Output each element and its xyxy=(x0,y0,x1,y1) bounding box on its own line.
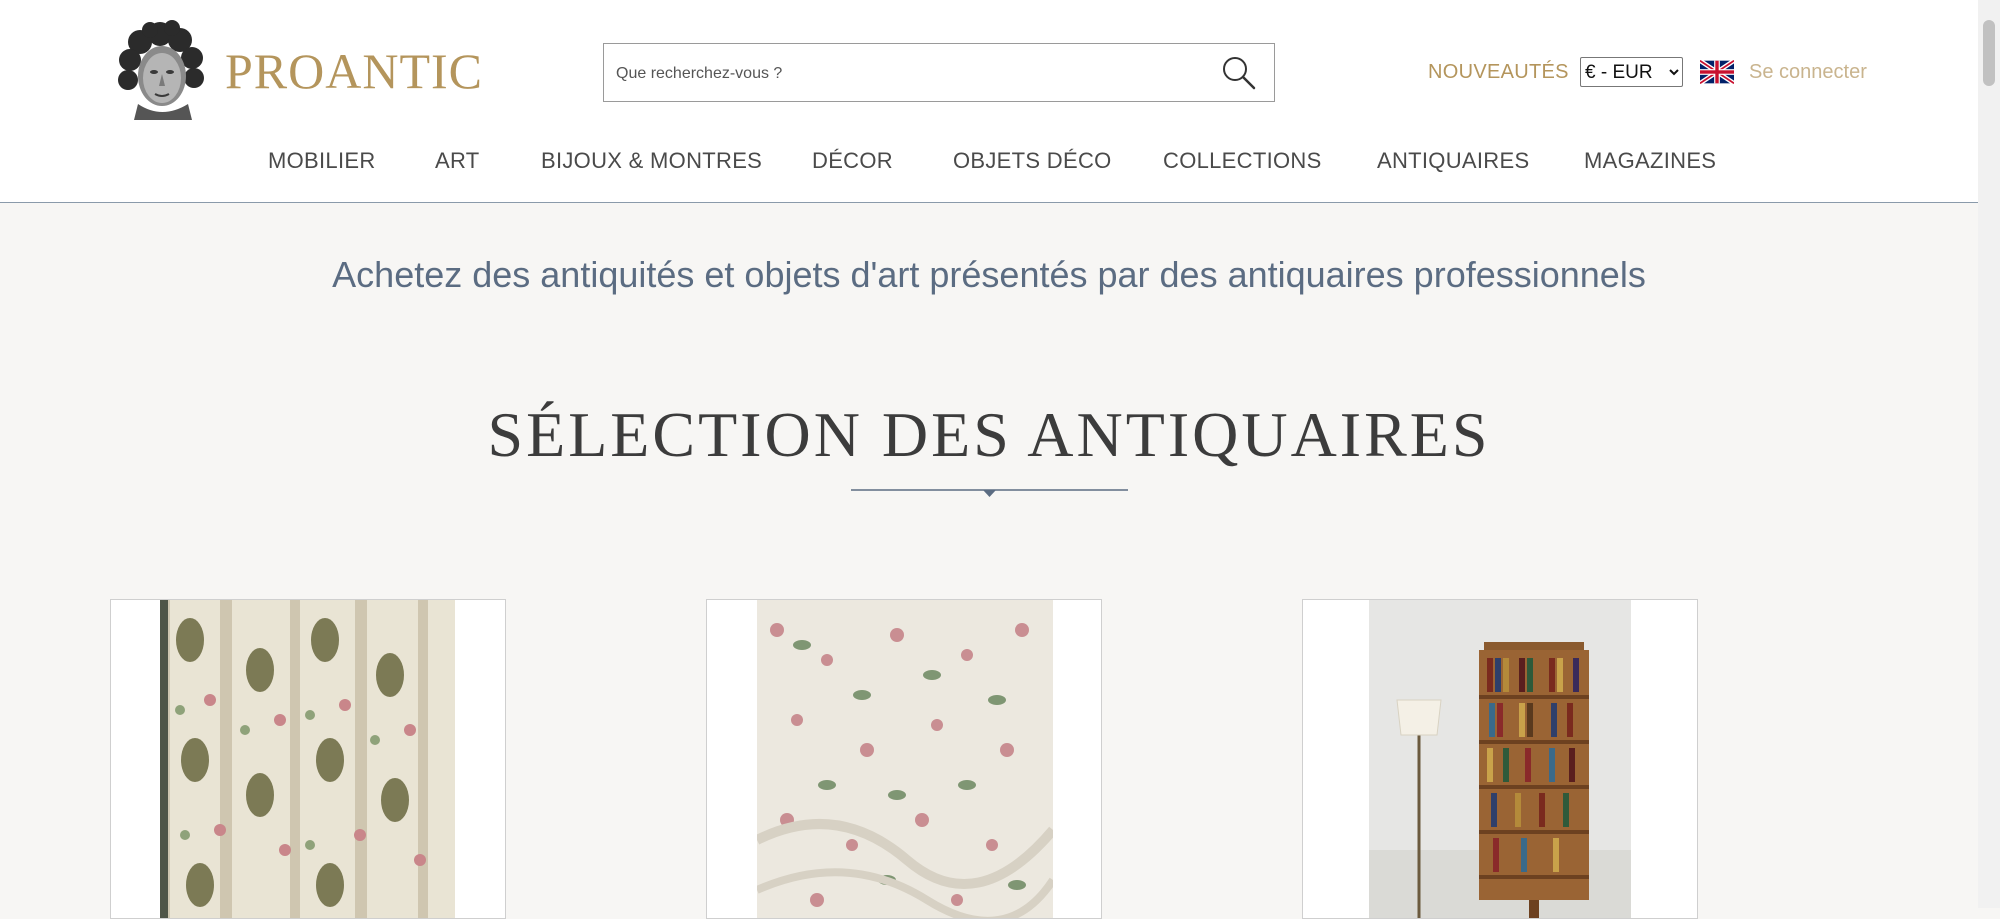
currency-select[interactable]: € - EUR xyxy=(1580,57,1683,87)
nav-item-art[interactable]: ART xyxy=(435,148,480,174)
scrollbar-thumb[interactable] xyxy=(1983,20,1995,86)
product-card[interactable] xyxy=(1302,599,1698,919)
title-underline-divider xyxy=(851,489,1128,497)
section-title: SÉLECTION DES ANTIQUAIRES xyxy=(487,399,1491,470)
main-nav: MOBILIER ART BIJOUX & MONTRES DÉCOR OBJE… xyxy=(0,148,1978,178)
brand-logo-text[interactable]: PROANTIC xyxy=(225,42,483,100)
product-card[interactable] xyxy=(110,599,506,919)
product-image-revolving-bookcase[interactable] xyxy=(1369,600,1631,919)
product-image-floral-curtains[interactable] xyxy=(160,600,455,919)
nav-item-magazines[interactable]: MAGAZINES xyxy=(1584,148,1716,174)
nav-item-mobilier[interactable]: MOBILIER xyxy=(268,148,376,174)
nav-item-objets-deco[interactable]: OBJETS DÉCO xyxy=(953,148,1112,174)
classical-bust-icon[interactable] xyxy=(110,20,210,120)
login-link[interactable]: Se connecter xyxy=(1749,61,1867,84)
product-card[interactable] xyxy=(706,599,1102,919)
magnifier-icon[interactable] xyxy=(1220,54,1258,92)
search-box xyxy=(603,43,1275,103)
nouveautes-link[interactable]: NOUVEAUTÉS xyxy=(1428,61,1569,84)
nav-item-antiquaires[interactable]: ANTIQUAIRES xyxy=(1377,148,1529,174)
nav-item-decor[interactable]: DÉCOR xyxy=(812,148,893,174)
nav-item-bijoux-montres[interactable]: BIJOUX & MONTRES xyxy=(541,148,762,174)
product-image-floral-fabric[interactable] xyxy=(757,600,1053,919)
site-header: PROANTIC NOUVEAUTÉS € - EUR Se connecter… xyxy=(0,0,1978,203)
search-input[interactable] xyxy=(614,44,1198,103)
page-scrollbar[interactable] xyxy=(1978,0,2000,908)
page-tagline: Achetez des antiquités et objets d'art p… xyxy=(332,254,1646,295)
uk-flag-icon[interactable] xyxy=(1700,60,1734,84)
nav-item-collections[interactable]: COLLECTIONS xyxy=(1163,148,1322,174)
